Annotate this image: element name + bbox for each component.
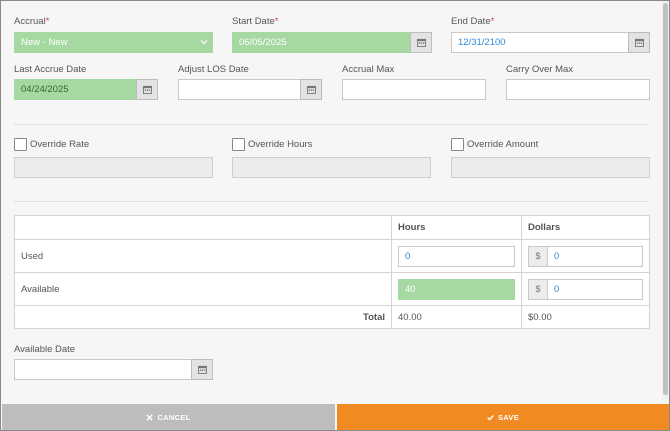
close-icon	[146, 413, 154, 421]
accrual-label: Accrual*	[14, 16, 50, 27]
override-amount-field[interactable]	[451, 157, 650, 178]
override-rate-field[interactable]	[14, 157, 213, 178]
scrollbar-thumb[interactable]	[663, 3, 668, 395]
divider	[14, 124, 649, 125]
accrual-max-label: Accrual Max	[342, 64, 395, 75]
total-hours: 40.00	[391, 305, 522, 329]
override-hours-label: Override Hours	[248, 139, 313, 150]
check-icon	[487, 414, 494, 421]
override-amount-checkbox[interactable]	[451, 138, 464, 151]
cancel-button[interactable]: CANCEL	[2, 404, 335, 430]
currency-symbol: $	[528, 245, 548, 267]
available-date-field[interactable]	[14, 359, 192, 380]
override-rate-label: Override Rate	[30, 139, 90, 150]
start-date-field[interactable]: 06/05/2025	[232, 32, 411, 53]
end-date-field[interactable]: 12/31/2100	[451, 32, 629, 53]
available-dollars-input[interactable]: 0	[548, 278, 643, 300]
hours-column-header: Hours	[391, 215, 522, 240]
last-accrue-date-label: Last Accrue Date	[14, 64, 87, 75]
accrual-select-value: New - New	[21, 37, 68, 48]
used-dollars-group: $ 0	[528, 245, 643, 267]
total-row-label: Total	[14, 305, 392, 329]
calendar-icon	[197, 365, 207, 374]
table-row-available: Available 40 $ 0	[14, 272, 650, 306]
divider	[14, 201, 649, 202]
carry-over-max-field[interactable]	[506, 79, 650, 100]
adjust-los-date-field[interactable]	[178, 79, 301, 100]
accrual-max-field[interactable]	[342, 79, 486, 100]
start-date-calendar-button[interactable]	[410, 32, 432, 53]
used-row-label: Used	[14, 239, 392, 273]
calendar-icon	[416, 38, 426, 47]
adjust-los-date-label: Adjust LOS Date	[178, 64, 249, 75]
last-accrue-date-calendar-button[interactable]	[136, 79, 158, 100]
available-date-calendar-button[interactable]	[191, 359, 213, 380]
available-date-label: Available Date	[14, 344, 76, 355]
cancel-button-label: CANCEL	[157, 412, 191, 422]
used-hours-input[interactable]: 0	[398, 245, 515, 267]
calendar-icon	[306, 85, 316, 94]
table-row-used: Used 0 $ 0	[14, 239, 650, 273]
balance-table: Hours Dollars Used 0 $ 0 Available 40 $ …	[14, 215, 650, 329]
override-rate-checkbox[interactable]	[14, 138, 27, 151]
override-hours-field[interactable]	[232, 157, 431, 178]
available-row-label: Available	[14, 272, 392, 306]
table-header-empty	[14, 215, 392, 240]
calendar-icon	[634, 38, 644, 47]
used-dollars-input[interactable]: 0	[548, 245, 643, 267]
end-date-label: End Date*	[451, 16, 495, 27]
vertical-scrollbar[interactable]	[662, 1, 669, 401]
table-row-total: Total 40.00 $0.00	[14, 305, 650, 329]
override-amount-label: Override Amount	[467, 139, 539, 150]
available-hours-input[interactable]: 40	[398, 278, 515, 300]
dollars-column-header: Dollars	[521, 215, 650, 240]
calendar-icon	[142, 85, 152, 94]
adjust-los-date-calendar-button[interactable]	[300, 79, 322, 100]
total-dollars: $0.00	[521, 305, 650, 329]
override-hours-checkbox[interactable]	[232, 138, 245, 151]
save-button-label: SAVE	[497, 412, 520, 422]
last-accrue-date-field[interactable]: 04/24/2025	[14, 79, 137, 100]
chevron-down-icon	[200, 40, 208, 45]
accrual-edit-dialog: Accrual* New - New Start Date* 06/05/202…	[0, 0, 670, 431]
save-button[interactable]: SAVE	[337, 404, 669, 430]
available-dollars-group: $ 0	[528, 278, 643, 300]
currency-symbol: $	[528, 278, 548, 300]
end-date-calendar-button[interactable]	[628, 32, 650, 53]
table-header-row: Hours Dollars	[14, 215, 650, 240]
carry-over-max-label: Carry Over Max	[506, 64, 574, 75]
start-date-label: Start Date*	[232, 16, 279, 27]
accrual-select[interactable]: New - New	[14, 32, 213, 53]
